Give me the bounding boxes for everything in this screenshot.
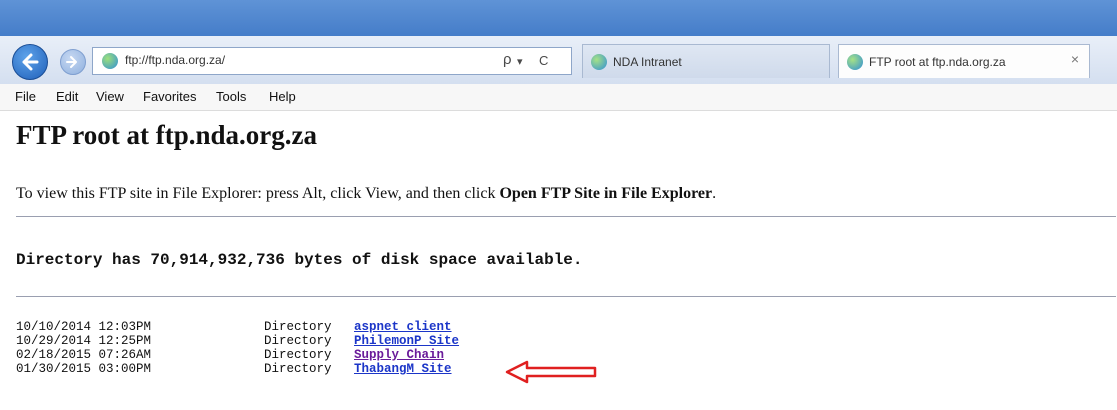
hint-bold-text: Open FTP Site in File Explorer bbox=[499, 185, 713, 202]
directory-link[interactable]: PhilemonP Site bbox=[354, 334, 459, 348]
forward-arrow-icon bbox=[66, 56, 77, 68]
address-url[interactable]: ftp://ftp.nda.org.za/ bbox=[125, 53, 225, 67]
tab-ftp-root[interactable]: FTP root at ftp.nda.org.za × bbox=[838, 44, 1090, 78]
ie-globe-icon bbox=[847, 54, 863, 70]
directory-link[interactable]: ThabangM Site bbox=[354, 362, 452, 376]
ie-globe-icon bbox=[591, 54, 607, 70]
item-date: 10/10/2014 12:03PM bbox=[16, 320, 152, 334]
tab-nda-intranet[interactable]: NDA Intranet bbox=[582, 44, 830, 78]
tab-label: NDA Intranet bbox=[613, 55, 682, 69]
explorer-hint: To view this FTP site in File Explorer: … bbox=[16, 185, 716, 203]
item-date: 01/30/2015 03:00PM bbox=[16, 362, 152, 376]
back-arrow-icon bbox=[22, 53, 39, 71]
close-icon[interactable]: × bbox=[1071, 51, 1079, 67]
page-title: FTP root at ftp.nda.org.za bbox=[16, 120, 317, 150]
item-type: Directory bbox=[264, 320, 332, 334]
tab-label: FTP root at ftp.nda.org.za bbox=[869, 55, 1006, 69]
menu-favorites[interactable]: Favorites bbox=[143, 89, 196, 104]
hint-suffix: . bbox=[712, 185, 717, 202]
list-item: 10/10/2014 12:03PM Directory aspnet clie… bbox=[16, 320, 636, 334]
hint-text: To view this FTP site in File Explorer: … bbox=[16, 185, 500, 202]
divider bbox=[16, 296, 1116, 297]
address-bar[interactable]: ftp://ftp.nda.org.za/ ρ ▾ C bbox=[92, 47, 572, 75]
list-item: 10/29/2014 12:25PM Directory PhilemonP S… bbox=[16, 334, 636, 348]
item-type: Directory bbox=[264, 348, 332, 362]
item-date: 10/29/2014 12:25PM bbox=[16, 334, 152, 348]
item-type: Directory bbox=[264, 334, 332, 348]
browser-chrome: ftp://ftp.nda.org.za/ ρ ▾ C NDA Intranet… bbox=[0, 0, 1117, 120]
menu-edit[interactable]: Edit bbox=[56, 89, 78, 104]
directory-link[interactable]: Supply Chain bbox=[354, 348, 444, 362]
directory-link[interactable]: aspnet client bbox=[354, 320, 452, 334]
back-button[interactable] bbox=[12, 44, 48, 80]
menu-view[interactable]: View bbox=[96, 89, 124, 104]
refresh-icon[interactable]: C bbox=[539, 53, 548, 68]
menu-bar: File Edit View Favorites Tools Help bbox=[0, 84, 1117, 111]
annotation-arrow-icon bbox=[505, 360, 597, 384]
menu-file[interactable]: File bbox=[15, 89, 36, 104]
forward-button[interactable] bbox=[60, 49, 86, 75]
search-dropdown-icon[interactable]: ▾ bbox=[517, 55, 523, 68]
item-type: Directory bbox=[264, 362, 332, 376]
disk-space-text: Directory has 70,914,932,736 bytes of di… bbox=[16, 251, 583, 269]
menu-tools[interactable]: Tools bbox=[216, 89, 246, 104]
search-icon[interactable]: ρ bbox=[503, 51, 512, 68]
item-date: 02/18/2015 07:26AM bbox=[16, 348, 152, 362]
ie-globe-icon bbox=[102, 53, 118, 69]
divider bbox=[16, 216, 1116, 217]
menu-help[interactable]: Help bbox=[269, 89, 296, 104]
